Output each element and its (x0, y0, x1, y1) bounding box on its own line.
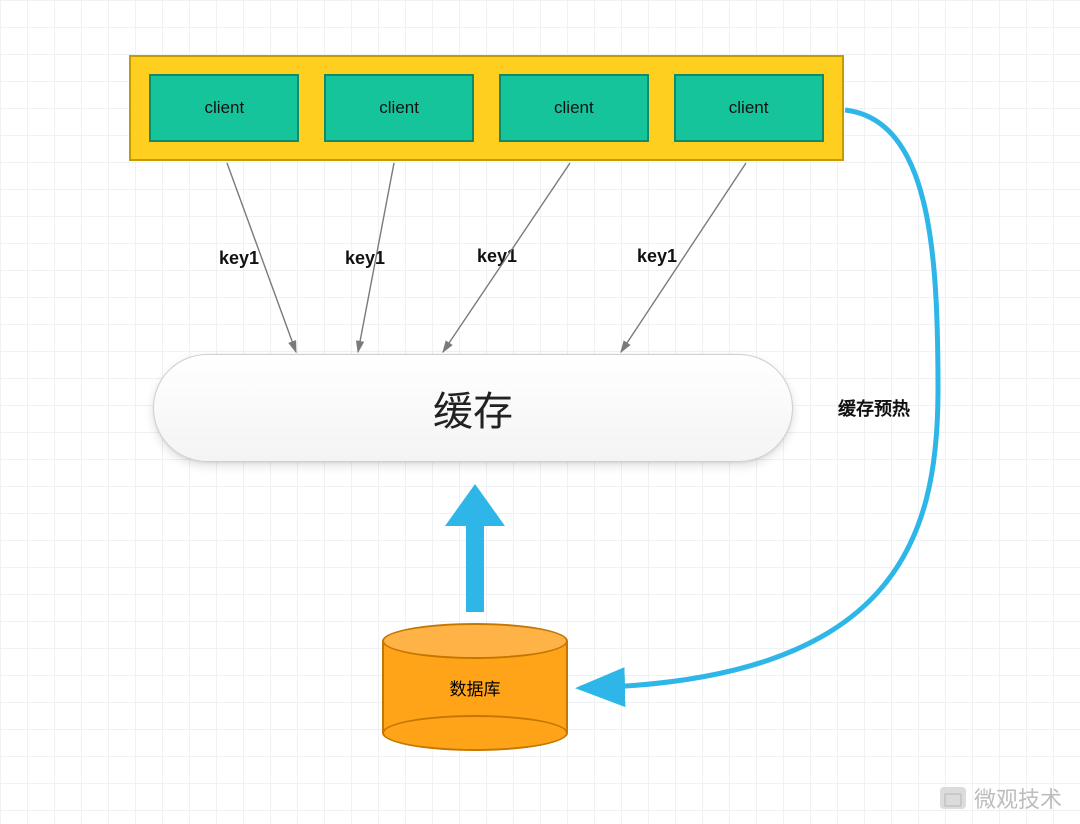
key-label: key1 (219, 248, 259, 269)
cache-preheat-label: 缓存预热 (838, 395, 910, 421)
arrow-db-to-cache (445, 484, 505, 612)
db-top (382, 623, 568, 659)
client-label: client (379, 98, 419, 118)
client-box: client (499, 74, 649, 142)
client-box: client (324, 74, 474, 142)
wechat-icon (940, 787, 966, 809)
key-label: key1 (477, 246, 517, 267)
watermark-text: 微观技术 (974, 782, 1062, 814)
database-label: 数据库 (382, 675, 568, 700)
client-box: client (674, 74, 824, 142)
client-label: client (205, 98, 245, 118)
cache-label: 缓存 (433, 379, 513, 437)
watermark: 微观技术 (940, 782, 1062, 814)
db-bottom (382, 715, 568, 751)
client-box: client (149, 74, 299, 142)
key-label: key1 (637, 246, 677, 267)
client-label: client (554, 98, 594, 118)
clients-container: client client client client (129, 55, 844, 161)
key-label: key1 (345, 248, 385, 269)
client-label: client (729, 98, 769, 118)
cache-node: 缓存 (153, 354, 793, 462)
database-node: 数据库 (382, 623, 568, 751)
